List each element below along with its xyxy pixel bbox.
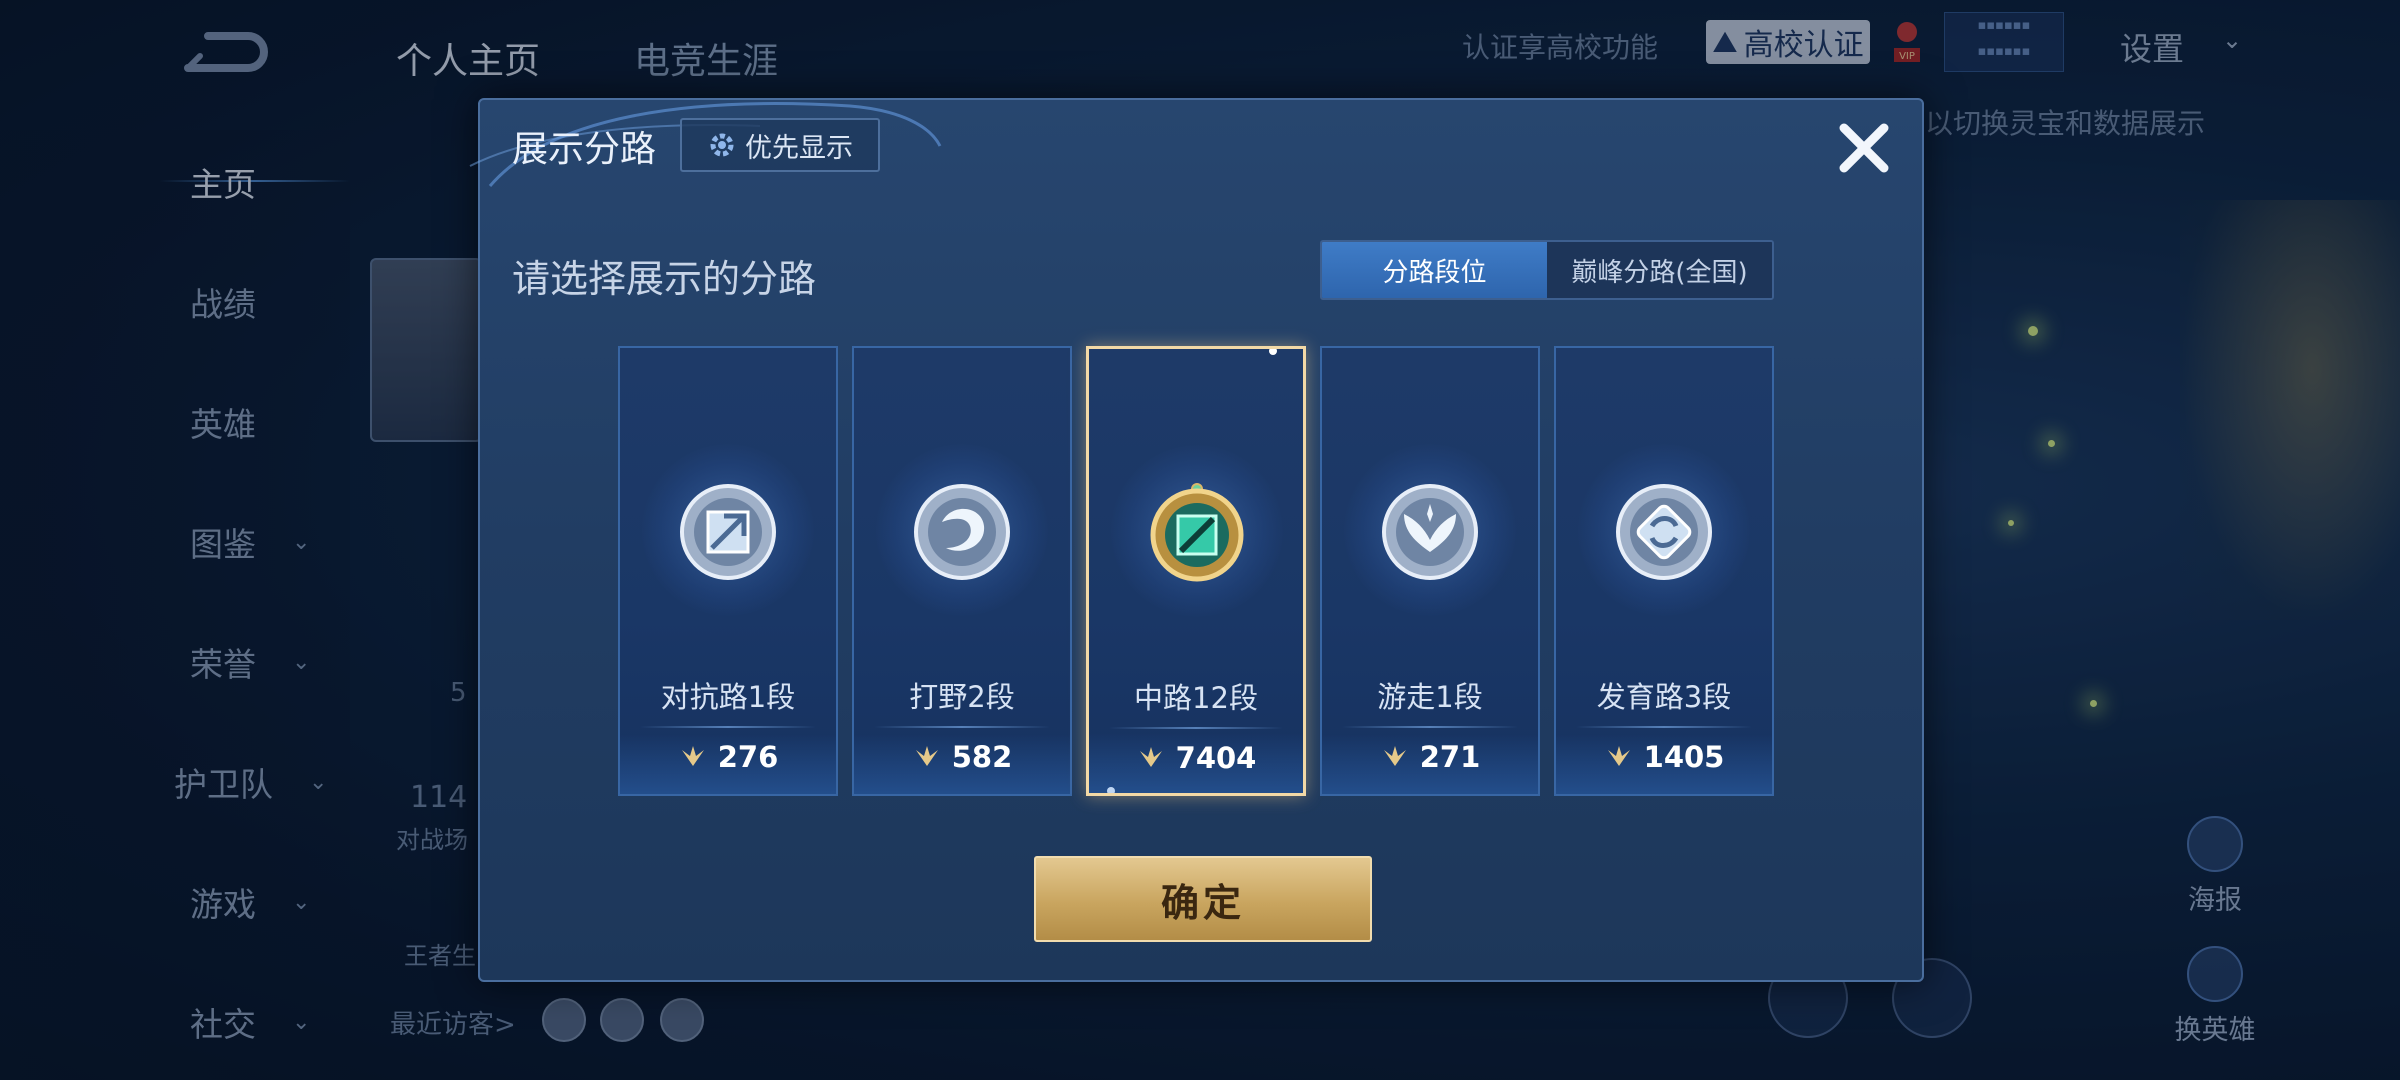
gear-icon [710, 133, 734, 157]
rank-points-icon [1139, 747, 1162, 767]
lane-card-mid[interactable]: 中路12段 7404 [1086, 346, 1306, 796]
lane-select-dialog: 展示分路 优先显示 请选择展示的分路 分路段位 巅峰分路(全国) 对抗路1段 2… [469, 98, 1924, 982]
divider [1109, 727, 1283, 729]
lane-card-top[interactable]: 对抗路1段 276 [618, 346, 838, 796]
dialog-title: 展示分路 [512, 129, 657, 170]
wings-icon [1382, 484, 1478, 580]
corner-dot [1107, 787, 1115, 793]
close-button[interactable] [1832, 116, 1896, 180]
close-icon [1839, 123, 1889, 173]
lane-card-roam[interactable]: 游走1段 271 [1320, 346, 1540, 796]
lane-score: 7404 [1089, 741, 1303, 775]
sword-shield-icon [680, 484, 776, 580]
divider [874, 726, 1050, 728]
bow-target-icon [1616, 484, 1712, 580]
priority-display-button[interactable]: 优先显示 [680, 118, 880, 172]
select-prompt: 请选择展示的分路 [512, 257, 817, 301]
corner-dot [1269, 349, 1277, 355]
divider [1342, 726, 1518, 728]
lane-mode-toggle[interactable]: 分路段位 巅峰分路(全国) [1320, 240, 1774, 300]
confirm-button[interactable]: 确定 [1034, 856, 1372, 942]
toggle-peak-lane[interactable]: 巅峰分路(全国) [1547, 242, 1772, 298]
lane-name: 对抗路1段 [660, 680, 796, 714]
toggle-lane-rank[interactable]: 分路段位 [1322, 242, 1547, 298]
lane-score: 1405 [1556, 740, 1772, 774]
lane-card-list: 对抗路1段 276 打野2段 582 中路12段 7404 游走1段 271 发… [618, 346, 1788, 798]
lane-name: 打野2段 [909, 680, 1015, 714]
rank-points-icon [681, 746, 704, 766]
rank-points-icon [1383, 746, 1406, 766]
lane-card-bottom[interactable]: 发育路3段 1405 [1554, 346, 1774, 796]
lane-card-jungle[interactable]: 打野2段 582 [852, 346, 1072, 796]
dragon-claw-icon [914, 484, 1010, 580]
lane-score: 582 [854, 740, 1070, 774]
divider [640, 726, 816, 728]
rank-points-icon [915, 746, 938, 766]
lane-name: 发育路3段 [1596, 680, 1732, 714]
mid-lane-icon [1150, 483, 1244, 582]
rank-points-icon [1607, 746, 1630, 766]
lane-name: 游走1段 [1377, 680, 1483, 714]
lane-name: 中路12段 [1134, 681, 1258, 715]
lane-score: 271 [1322, 740, 1538, 774]
divider [1576, 726, 1752, 728]
lane-score: 276 [620, 740, 836, 774]
